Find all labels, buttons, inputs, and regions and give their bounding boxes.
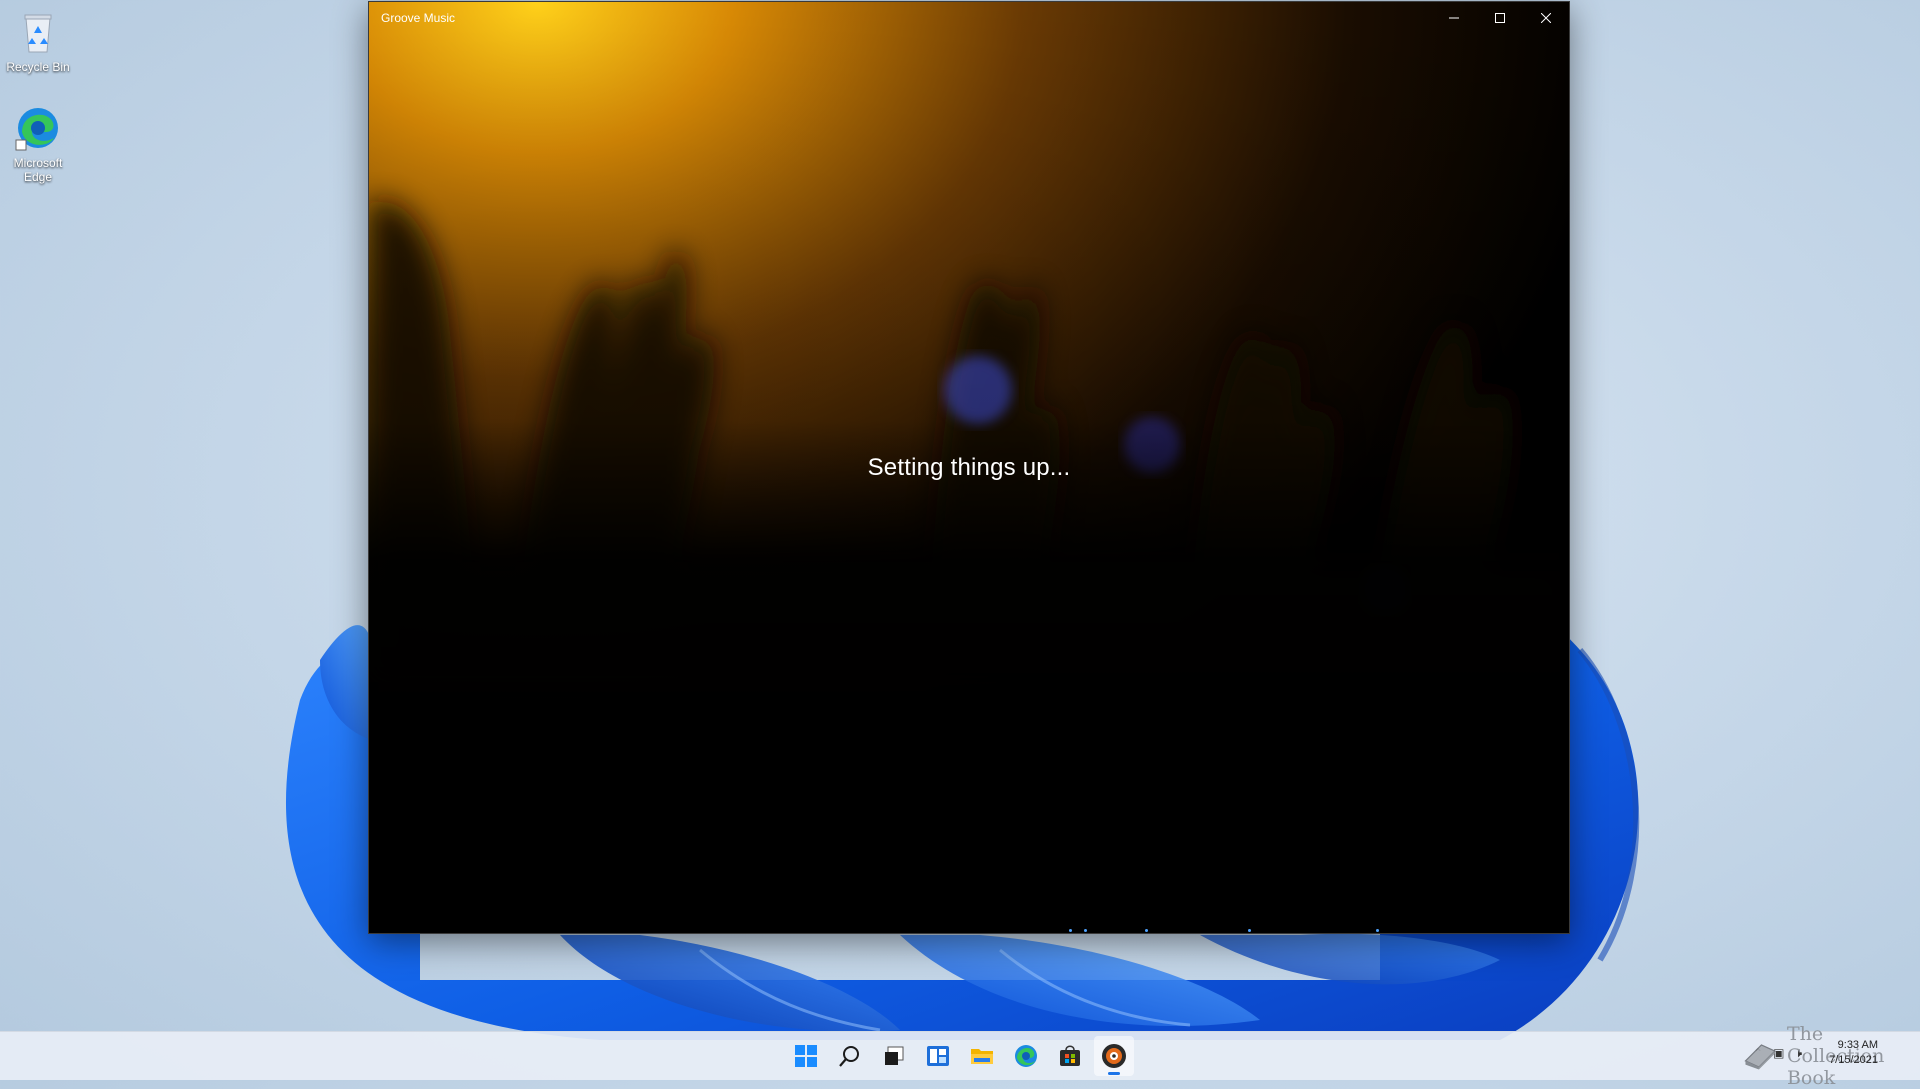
- task-view-button[interactable]: [874, 1036, 914, 1076]
- edge-icon: [15, 108, 58, 151]
- widgets-button[interactable]: [918, 1036, 958, 1076]
- book-icon: [1743, 1044, 1776, 1070]
- close-icon: [1541, 13, 1551, 23]
- progress-dot: [1376, 929, 1379, 932]
- recycle-bin-icon: [24, 14, 52, 53]
- groove-music-window[interactable]: Groove Music Setting things up...: [368, 1, 1570, 934]
- clock-date: 7/15/2021: [1829, 1054, 1878, 1066]
- progress-dot: [1069, 929, 1072, 932]
- progress-dot: [1084, 929, 1087, 932]
- minimize-icon: [1449, 17, 1459, 19]
- windows-start-icon: [795, 1045, 817, 1067]
- progress-dot: [1145, 929, 1148, 932]
- progress-dot: [1248, 929, 1251, 932]
- minimize-button[interactable]: [1431, 2, 1477, 34]
- file-explorer-button[interactable]: [962, 1036, 1002, 1076]
- store-icon: [1060, 1045, 1080, 1066]
- start-button[interactable]: [786, 1036, 826, 1076]
- window-title: Groove Music: [381, 11, 456, 25]
- edge-taskbar-button[interactable]: [1006, 1036, 1046, 1076]
- task-view-icon: [885, 1046, 904, 1065]
- clock-time: 9:33 AM: [1837, 1039, 1878, 1051]
- loading-progress-dots: [369, 929, 1569, 933]
- watermark: The Collection Book: [1743, 1023, 1906, 1089]
- search-icon: [839, 1046, 859, 1067]
- folder-icon: [971, 1049, 993, 1064]
- maximize-button[interactable]: [1477, 2, 1523, 34]
- groove-music-taskbar-button[interactable]: [1094, 1036, 1134, 1076]
- groove-music-icon: [1102, 1044, 1126, 1068]
- desktop-icon-recycle-bin[interactable]: Recycle Bin: [0, 8, 76, 74]
- edge-icon: [1015, 1045, 1037, 1067]
- desktop-icon-label: Recycle Bin: [6, 60, 70, 74]
- title-bar[interactable]: Groove Music: [369, 2, 1569, 34]
- maximize-icon: [1495, 13, 1505, 23]
- close-button[interactable]: [1523, 2, 1569, 34]
- search-button[interactable]: [830, 1036, 870, 1076]
- loading-status-text: Setting things up...: [867, 454, 1071, 481]
- widgets-icon: [927, 1046, 949, 1066]
- clock[interactable]: 9:33 AM 7/15/2021: [1829, 1038, 1878, 1068]
- taskbar: ⌃ ▣ 🕨 The Collection Book 9:33 AM 7/15/2…: [0, 1023, 1920, 1089]
- store-button[interactable]: [1050, 1036, 1090, 1076]
- desktop-icon-microsoft-edge[interactable]: Microsoft Edge: [0, 104, 76, 184]
- taskbar-apps: [786, 1032, 1134, 1080]
- desktop-icon-label: Microsoft Edge: [13, 156, 63, 184]
